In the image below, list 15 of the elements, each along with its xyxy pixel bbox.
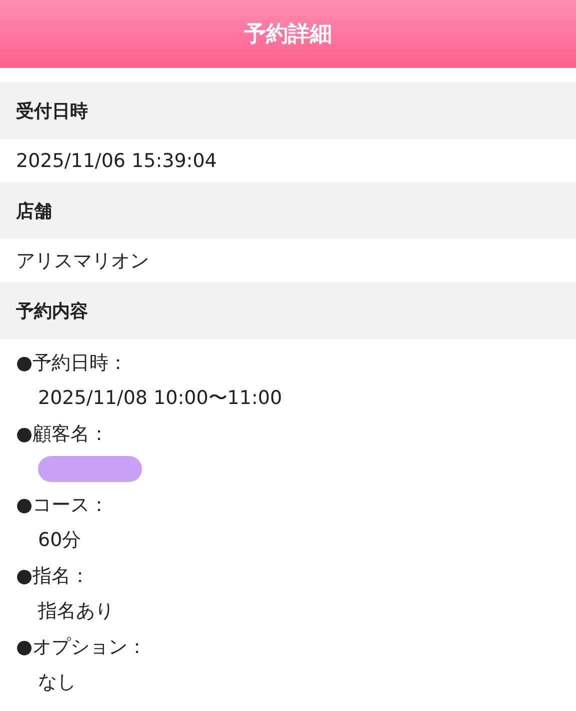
- section-value: 2025/11/06 15:39:04: [15, 148, 218, 174]
- detail-value: 指名あり: [38, 599, 114, 624]
- section-heading: 予約内容: [0, 282, 576, 339]
- detail-value: なし: [38, 670, 76, 696]
- detail-label: ●オプション：: [16, 634, 147, 660]
- section-value: アリスマリオン: [15, 248, 150, 274]
- detail-label: ●顧客名：: [16, 422, 109, 447]
- detail-value: 60分: [38, 528, 82, 554]
- section-heading: 受付日時: [0, 82, 576, 139]
- detail-label: ●指名：: [16, 564, 90, 589]
- detail-label: ●予約日時：: [16, 350, 128, 376]
- detail-label: ●コース：: [16, 492, 109, 518]
- detail-value: 2025/11/08 10:00〜11:00: [38, 386, 282, 412]
- section-heading: 店舗: [0, 182, 576, 239]
- page-title: 予約詳細: [244, 21, 332, 49]
